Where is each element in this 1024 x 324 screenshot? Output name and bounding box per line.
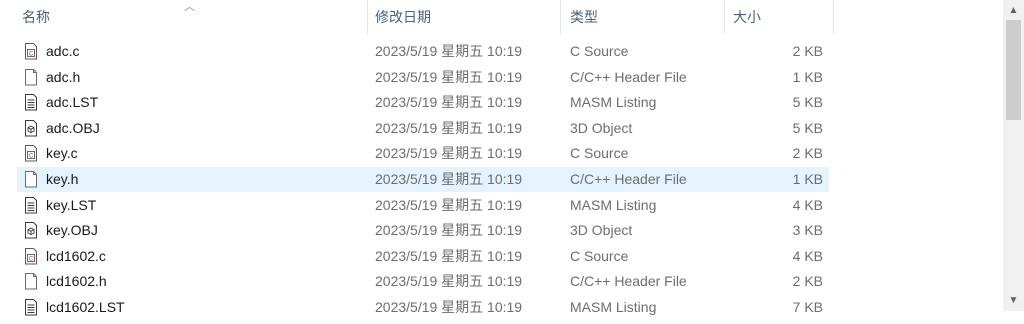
c-source-icon: C [24,145,38,162]
file-name: adc.OBJ [46,119,100,136]
file-type: C/C++ Header File [570,273,687,290]
column-header-bar: 名称 ︿ 修改日期 类型 大小 [0,0,834,34]
listing-file-icon [24,299,38,316]
header-file-icon [24,68,38,86]
file-name: key.h [46,171,79,187]
file-row[interactable]: Cadc.c 2023/5/19 星期五 10:19 C Source 2 KB [17,39,829,64]
file-type: C Source [570,145,629,162]
column-divider[interactable] [724,0,725,34]
file-name: lcd1602.LST [46,299,125,315]
vertical-scrollbar[interactable]: ▲ ▼ [1003,0,1024,311]
scrollbar-thumb[interactable] [1006,20,1021,120]
file-modified-date: 2023/5/19 星期五 10:19 [375,145,523,162]
file-size: 1 KB [792,68,823,85]
file-type: 3D Object [570,119,633,136]
file-row[interactable]: adc.LST 2023/5/19 星期五 10:19 MASM Listing 5 … [17,90,829,115]
listing-file-icon [24,94,38,111]
file-row[interactable]: adc.OBJ 2023/5/19 星期五 10:19 3D Object 5 KB [17,116,829,141]
file-type: C Source [570,43,629,59]
file-modified-date: 2023/5/19 星期五 10:19 [375,43,523,59]
listing-file-icon [24,196,38,214]
file-type: C/C++ Header File [570,171,687,187]
file-row[interactable]: lcd1602.LST 2023/5/19 星期五 10:19 MASM Listi… [17,295,829,320]
file-row[interactable]: lcd1602.h 2023/5/19 星期五 10:19 C/C++ Header… [17,269,829,294]
column-header-type[interactable]: 类型 [570,0,720,34]
column-header-date[interactable]: 修改日期 [375,0,558,34]
file-size: 7 KB [792,299,823,315]
file-size: 3 KB [792,222,823,239]
file-modified-date: 2023/5/19 星期五 10:19 [375,273,523,290]
scroll-up-arrow-icon[interactable]: ▲ [1003,2,1024,19]
file-name: key.LST [46,196,97,213]
file-modified-date: 2023/5/19 星期五 10:19 [375,119,523,136]
header-file-icon [24,171,38,188]
file-name: adc.LST [46,94,99,111]
file-name: lcd1602.h [46,273,107,290]
file-type: MASM Listing [570,196,657,213]
file-type: C/C++ Header File [570,68,687,85]
file-size: 4 KB [792,196,823,213]
file-row[interactable]: key.LST 2023/5/19 星期五 10:19 MASM Listing 4 … [17,193,829,218]
c-source-icon: C [24,247,38,265]
file-type: C Source [570,247,629,264]
file-modified-date: 2023/5/19 星期五 10:19 [375,94,523,111]
svg-text:C: C [29,256,34,262]
file-size: 5 KB [792,94,823,111]
column-divider[interactable] [560,0,561,34]
c-source-icon: C [24,43,38,60]
file-row[interactable]: key.OBJ 2023/5/19 星期五 10:19 3D Object 3 KB [17,218,829,243]
file-row[interactable]: key.h 2023/5/19 星期五 10:19 C/C++ Header Fil… [17,167,829,192]
column-divider[interactable] [833,0,834,34]
header-file-icon [24,273,38,290]
file-size: 1 KB [792,171,823,187]
file-modified-date: 2023/5/19 星期五 10:19 [375,222,523,239]
file-modified-date: 2023/5/19 星期五 10:19 [375,171,523,187]
file-modified-date: 2023/5/19 星期五 10:19 [375,299,523,315]
file-size: 5 KB [792,119,823,136]
3d-object-icon [24,222,38,239]
scroll-down-arrow-icon[interactable]: ▼ [1003,292,1024,309]
file-name: key.c [46,145,78,162]
file-modified-date: 2023/5/19 星期五 10:19 [375,247,523,264]
file-row[interactable]: Clcd1602.c 2023/5/19 星期五 10:19 C Source 4 K… [17,244,829,269]
column-divider[interactable] [367,0,368,34]
file-name: adc.c [46,43,80,59]
file-type: 3D Object [570,222,633,239]
3d-object-icon [24,119,38,137]
file-modified-date: 2023/5/19 星期五 10:19 [375,68,523,85]
file-row[interactable]: Ckey.c 2023/5/19 星期五 10:19 C Source 2 KB [17,141,829,166]
file-name: lcd1602.c [46,247,106,264]
file-size: 2 KB [792,273,823,290]
file-name: key.OBJ [46,222,98,239]
file-type: MASM Listing [570,94,657,111]
svg-text:C: C [29,51,34,57]
file-type: MASM Listing [570,299,657,315]
file-row[interactable]: adc.h 2023/5/19 星期五 10:19 C/C++ Header Fil… [17,65,829,90]
sort-ascending-icon: ︿ [184,1,195,13]
file-modified-date: 2023/5/19 星期五 10:19 [375,196,523,213]
column-header-size[interactable]: 大小 [733,0,828,34]
svg-text:C: C [29,154,34,160]
file-size: 2 KB [792,145,823,162]
file-size: 2 KB [792,43,823,59]
file-size: 4 KB [792,247,823,264]
file-name: adc.h [46,68,81,85]
